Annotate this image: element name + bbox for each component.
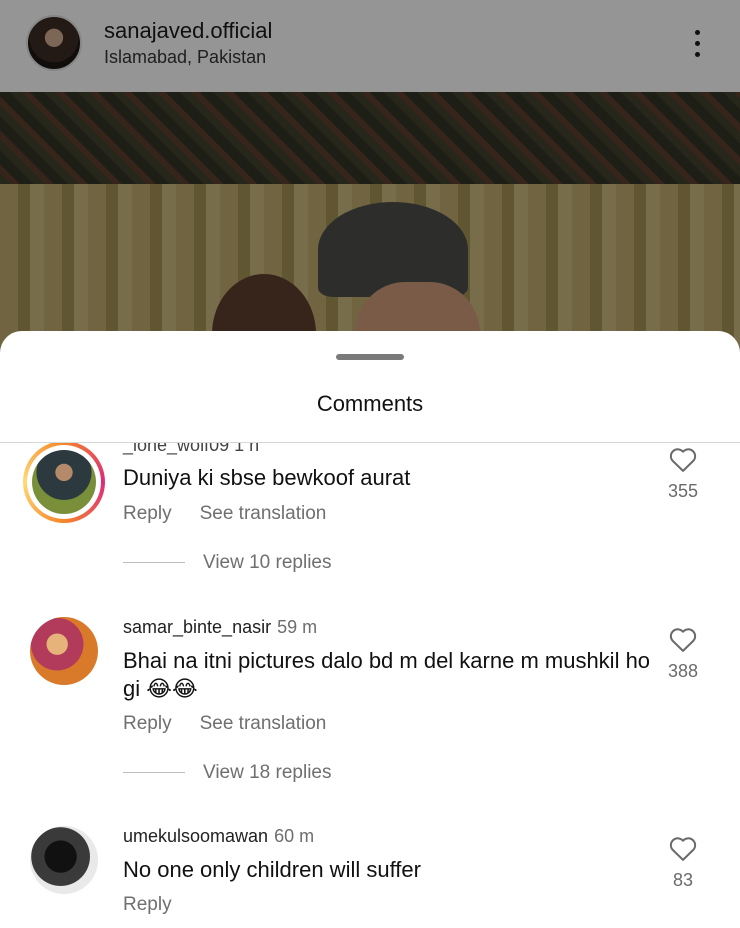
like-count: 83 <box>672 870 694 890</box>
comment-username[interactable]: umekulsoomawan <box>123 826 268 846</box>
heart-outline-icon <box>669 837 697 861</box>
replies-line <box>123 562 185 564</box>
comment-time: 59 m <box>277 617 318 637</box>
view-replies-button[interactable]: View 10 replies <box>123 552 332 574</box>
comment-text: Bhai na itni pictures dalo bd m del karn… <box>123 648 651 701</box>
comment-username[interactable]: samar_binte_nasir <box>123 617 271 637</box>
comment-actions: Reply See translation <box>123 713 354 735</box>
replies-line <box>123 772 185 774</box>
comment-meta: umekulsoomawan 60 m <box>123 826 314 847</box>
like-button[interactable]: 355 <box>662 445 704 502</box>
comment-username-partial[interactable]: _lone_wolf09 1 h <box>123 443 259 456</box>
comment-text: No one only children will suffer <box>123 857 421 882</box>
like-count: 388 <box>667 661 699 681</box>
heart-outline-icon <box>669 448 697 472</box>
like-button[interactable]: 83 <box>662 834 704 891</box>
view-replies-label: View 10 replies <box>203 552 332 573</box>
reply-button[interactable]: Reply <box>123 894 172 915</box>
comment-avatar[interactable] <box>30 826 98 894</box>
background-dim-overlay[interactable] <box>0 0 740 352</box>
comment-avatar-story-ring[interactable] <box>23 443 105 523</box>
view-replies-label: View 18 replies <box>203 762 332 783</box>
comment-meta: samar_binte_nasir 59 m <box>123 617 317 638</box>
comments-list[interactable]: _lone_wolf09 1 h Duniya ki sbse bewkoof … <box>0 443 740 928</box>
sheet-title: Comments <box>316 391 424 416</box>
like-count: 355 <box>667 481 699 501</box>
comment-actions: Reply <box>123 894 200 916</box>
comment-avatar[interactable] <box>30 617 98 685</box>
like-button[interactable]: 388 <box>662 625 704 682</box>
comment-text: Duniya ki sbse bewkoof aurat <box>123 465 411 490</box>
comments-sheet: Comments _lone_wolf09 1 h Duniya ki sbse… <box>0 331 740 928</box>
comment-actions: Reply See translation <box>123 503 354 525</box>
reply-button[interactable]: Reply <box>123 713 172 734</box>
comment-time: 60 m <box>274 826 315 846</box>
heart-outline-icon <box>669 628 697 652</box>
reply-button[interactable]: Reply <box>123 503 172 524</box>
avatar <box>32 450 96 514</box>
see-translation-button[interactable]: See translation <box>200 713 327 734</box>
sheet-drag-handle[interactable] <box>336 354 404 360</box>
view-replies-button[interactable]: View 18 replies <box>123 762 332 784</box>
see-translation-button[interactable]: See translation <box>200 503 327 524</box>
